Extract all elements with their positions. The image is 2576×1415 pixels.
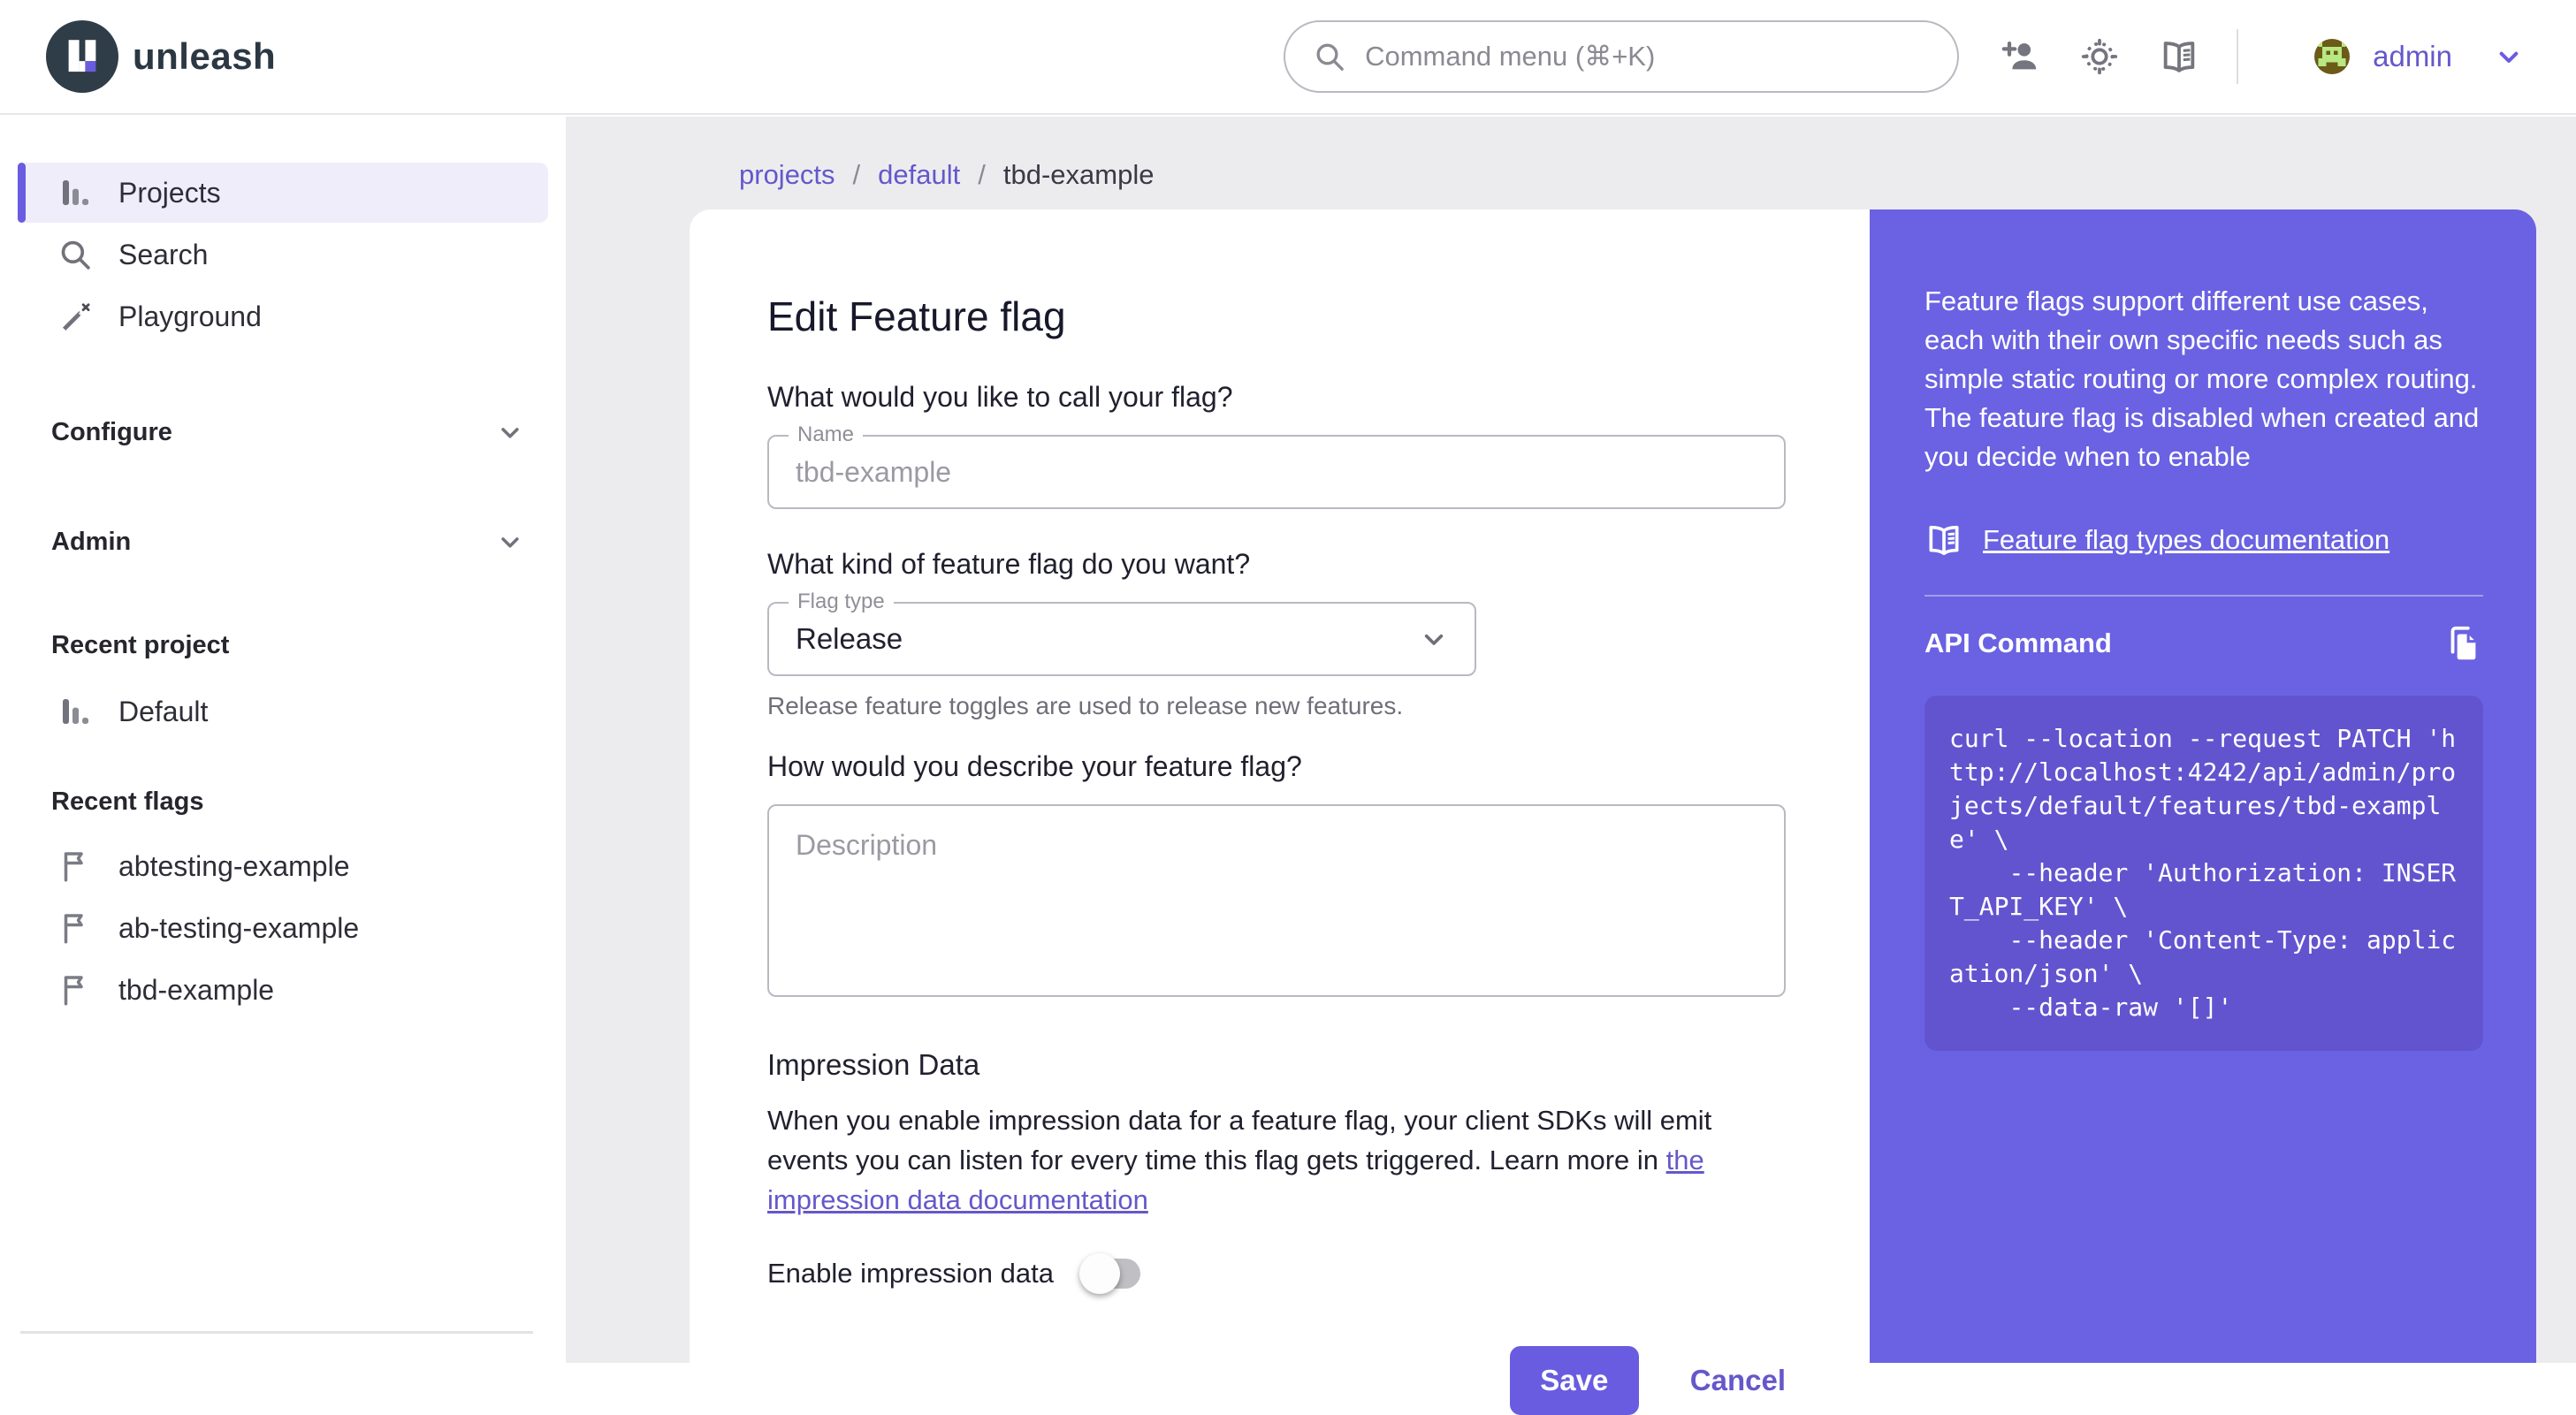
theme-sun-icon — [2081, 38, 2118, 75]
add-user-icon — [2001, 41, 2037, 70]
flag-type-label: Flag type — [789, 590, 894, 614]
breadcrumb-separator: / — [852, 159, 861, 190]
app-header: unleash Command menu (⌘+K) admin — [0, 0, 2576, 115]
command-menu-search[interactable]: Command menu (⌘+K) — [1284, 20, 1960, 93]
header-divider — [2237, 29, 2239, 84]
sidebar-section-configure[interactable]: Configure — [18, 415, 548, 449]
flag-type-select[interactable]: Flag type Release — [767, 590, 1476, 676]
chevron-down-icon — [501, 537, 519, 548]
sidebar-section-admin[interactable]: Admin — [18, 525, 548, 559]
save-button[interactable]: Save — [1509, 1345, 1639, 1415]
breadcrumb-current: tbd-example — [1002, 159, 1155, 190]
projects-chart-icon — [63, 699, 89, 724]
name-question: What would you like to call your flag? — [767, 381, 1233, 413]
form-paper: Edit Feature flag What would you like to… — [690, 209, 2536, 1415]
impression-toggle-label: Enable impression data — [767, 1257, 1054, 1289]
main-content: projects / default / tbd-example Edit Fe… — [566, 117, 2576, 1415]
sidebar-item-default-project[interactable]: Default — [18, 681, 548, 742]
section-label: Recent project — [51, 631, 230, 659]
api-curl-command[interactable]: curl --location --request PATCH 'http://… — [1924, 696, 2483, 1051]
sidebar-item-flag[interactable]: tbd-example — [18, 960, 548, 1020]
sidebar-divider — [20, 1331, 533, 1334]
name-field-label: Name — [789, 422, 864, 447]
flag-icon — [64, 852, 83, 882]
chevron-down-icon — [501, 428, 519, 438]
playground-wand-icon — [63, 303, 90, 331]
sidebar-item-projects[interactable]: Projects — [18, 163, 548, 223]
unleash-logo-icon — [46, 20, 118, 93]
sidebar-item-label: Default — [118, 695, 209, 727]
sidebar-item-flag[interactable]: abtesting-example — [18, 836, 548, 896]
avatar — [2314, 39, 2351, 74]
search-icon — [1316, 43, 1344, 71]
section-label: Configure — [51, 417, 172, 446]
sidebar: Projects Search Playground Configure Adm… — [0, 117, 566, 1363]
guidance-panel: Feature flags support different use case… — [1870, 209, 2536, 1363]
add-user-button[interactable] — [2000, 36, 2040, 77]
docs-book-icon — [1929, 525, 1959, 556]
section-label: Recent flags — [51, 787, 204, 816]
docs-button[interactable] — [2159, 36, 2199, 77]
sidebar-item-label: tbd-example — [118, 973, 275, 1006]
breadcrumb-link-default[interactable]: default — [878, 159, 960, 191]
breadcrumb: projects / default / tbd-example — [739, 159, 1154, 191]
description-question: How would you describe your feature flag… — [767, 750, 1302, 782]
sidebar-item-label: ab-testing-example — [118, 911, 360, 944]
recent-project-header: Recent project — [18, 631, 548, 660]
flag-types-docs-label: Feature flag types documentation — [1983, 524, 2390, 555]
chevron-down-icon — [2499, 51, 2519, 63]
section-label: Admin — [51, 527, 132, 556]
breadcrumb-separator: / — [978, 159, 986, 190]
impression-data-title: Impression Data — [767, 1048, 980, 1081]
sidebar-item-playground[interactable]: Playground — [18, 286, 548, 346]
page-title: Edit Feature flag — [767, 293, 1066, 339]
theme-toggle-button[interactable] — [2079, 36, 2120, 77]
guide-divider — [1924, 595, 2483, 597]
brand-name: unleash — [133, 35, 277, 77]
edit-flag-form: Edit Feature flag What would you like to… — [690, 209, 1870, 1415]
name-field-wrapper: Name — [767, 422, 1786, 509]
sidebar-item-label: abtesting-example — [118, 849, 350, 882]
unleash-logo[interactable]: unleash — [46, 20, 276, 93]
cancel-button[interactable]: Cancel — [1690, 1364, 1786, 1397]
recent-flags-header: Recent flags — [18, 787, 548, 817]
user-menu[interactable]: admin — [2275, 39, 2526, 74]
copy-icon — [2450, 626, 2476, 660]
docs-book-icon — [2163, 42, 2195, 72]
flag-type-helper: Release feature toggles are used to rele… — [767, 692, 1404, 719]
flag-type-value: Release — [796, 622, 903, 655]
username: admin — [2373, 40, 2452, 72]
sidebar-item-label: Playground — [118, 300, 262, 332]
sidebar-item-label: Projects — [118, 176, 221, 209]
form-actions: Save Cancel — [767, 1345, 1786, 1415]
impression-toggle-row: Enable impression data — [767, 1252, 1786, 1294]
flag-icon — [64, 914, 83, 944]
impression-text: When you enable impression data for a fe… — [767, 1105, 1712, 1175]
copy-command-button[interactable] — [2443, 623, 2483, 664]
api-command-title: API Command — [1924, 628, 2112, 658]
breadcrumb-link-projects[interactable]: projects — [739, 159, 835, 191]
type-question: What kind of feature flag do you want? — [767, 548, 1251, 580]
impression-data-description: When you enable impression data for a fe… — [767, 1101, 1786, 1221]
sidebar-item-label: Search — [118, 238, 209, 270]
name-input[interactable] — [769, 437, 1784, 507]
sidebar-item-flag[interactable]: ab-testing-example — [18, 898, 548, 958]
guidance-text: Feature flags support different use case… — [1924, 285, 2480, 472]
api-command-row: API Command — [1924, 623, 2483, 664]
chevron-down-icon — [1424, 634, 1444, 645]
description-field-wrapper — [767, 804, 1786, 997]
search-icon — [61, 240, 90, 270]
flag-types-docs-link[interactable]: Feature flag types documentation — [1924, 521, 2483, 559]
projects-chart-icon — [63, 180, 89, 205]
description-input[interactable] — [769, 806, 1784, 995]
toggle-knob — [1078, 1252, 1120, 1294]
impression-toggle-switch[interactable] — [1078, 1252, 1140, 1294]
flag-icon — [64, 976, 83, 1006]
search-placeholder: Command menu (⌘+K) — [1365, 41, 1656, 72]
sidebar-item-search[interactable]: Search — [18, 224, 548, 285]
